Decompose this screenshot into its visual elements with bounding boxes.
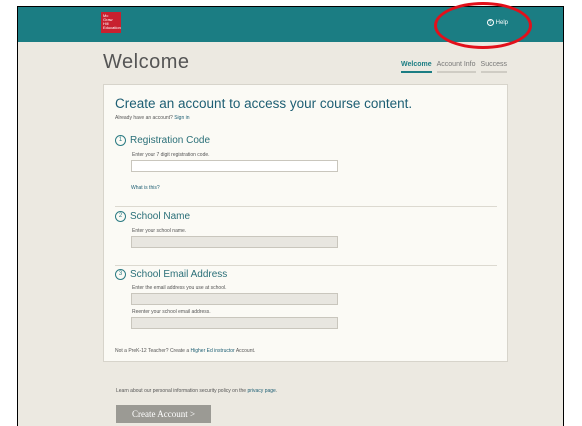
step-title: School Email Address	[130, 269, 228, 280]
school-email-label: Enter the email address you use at schoo…	[132, 285, 227, 291]
higher-ed-instructor-link[interactable]: Higher Ed instructor	[191, 348, 235, 354]
divider	[115, 265, 497, 266]
progress-tabs: Welcome Account Info Success	[401, 61, 507, 73]
privacy-page-link[interactable]: privacy page	[247, 388, 275, 394]
step-title: School Name	[130, 211, 191, 222]
mcgraw-hill-logo[interactable]: Mc Graw Hill Education	[101, 12, 121, 33]
school-email-confirm-input[interactable]	[131, 317, 338, 329]
red-annotation-ellipse	[434, 2, 532, 49]
not-prek-teacher-line: Not a PreK-12 Teacher? Create a Higher E…	[115, 348, 256, 354]
signup-card: Create an account to access your course …	[103, 84, 508, 362]
tab-welcome[interactable]: Welcome	[401, 61, 432, 73]
registration-code-label: Enter your 7 digit registration code.	[132, 152, 210, 158]
step-number-1: 1	[115, 135, 126, 146]
page-title: Welcome	[103, 51, 190, 73]
browser-frame: Mc Graw Hill Education ? Help Welcome We…	[17, 6, 564, 426]
step-number-2: 2	[115, 211, 126, 222]
form-heading: Create an account to access your course …	[115, 96, 413, 111]
signin-link[interactable]: Sign in	[174, 115, 189, 121]
step-number-3: 3	[115, 269, 126, 280]
school-email-input[interactable]	[131, 293, 338, 305]
registration-code-input[interactable]	[131, 160, 338, 172]
tab-account-info[interactable]: Account Info	[436, 61, 476, 73]
privacy-policy-line: Learn about our personal information sec…	[116, 388, 278, 394]
step-registration-code: 1 Registration Code	[115, 135, 210, 146]
school-name-input[interactable]	[131, 236, 338, 248]
school-name-label: Enter your school name.	[132, 228, 187, 234]
step-school-email: 3 School Email Address	[115, 269, 227, 280]
step-school-name: 2 School Name	[115, 211, 190, 222]
what-is-this-link[interactable]: What is this?	[131, 185, 160, 191]
tab-success[interactable]: Success	[480, 61, 507, 73]
school-email-confirm-label: Reenter your school email address.	[132, 309, 211, 315]
divider	[115, 206, 497, 207]
create-account-button[interactable]: Create Account >	[116, 405, 211, 423]
signin-line: Already have an account? Sign in	[115, 115, 190, 121]
step-title: Registration Code	[130, 135, 211, 146]
